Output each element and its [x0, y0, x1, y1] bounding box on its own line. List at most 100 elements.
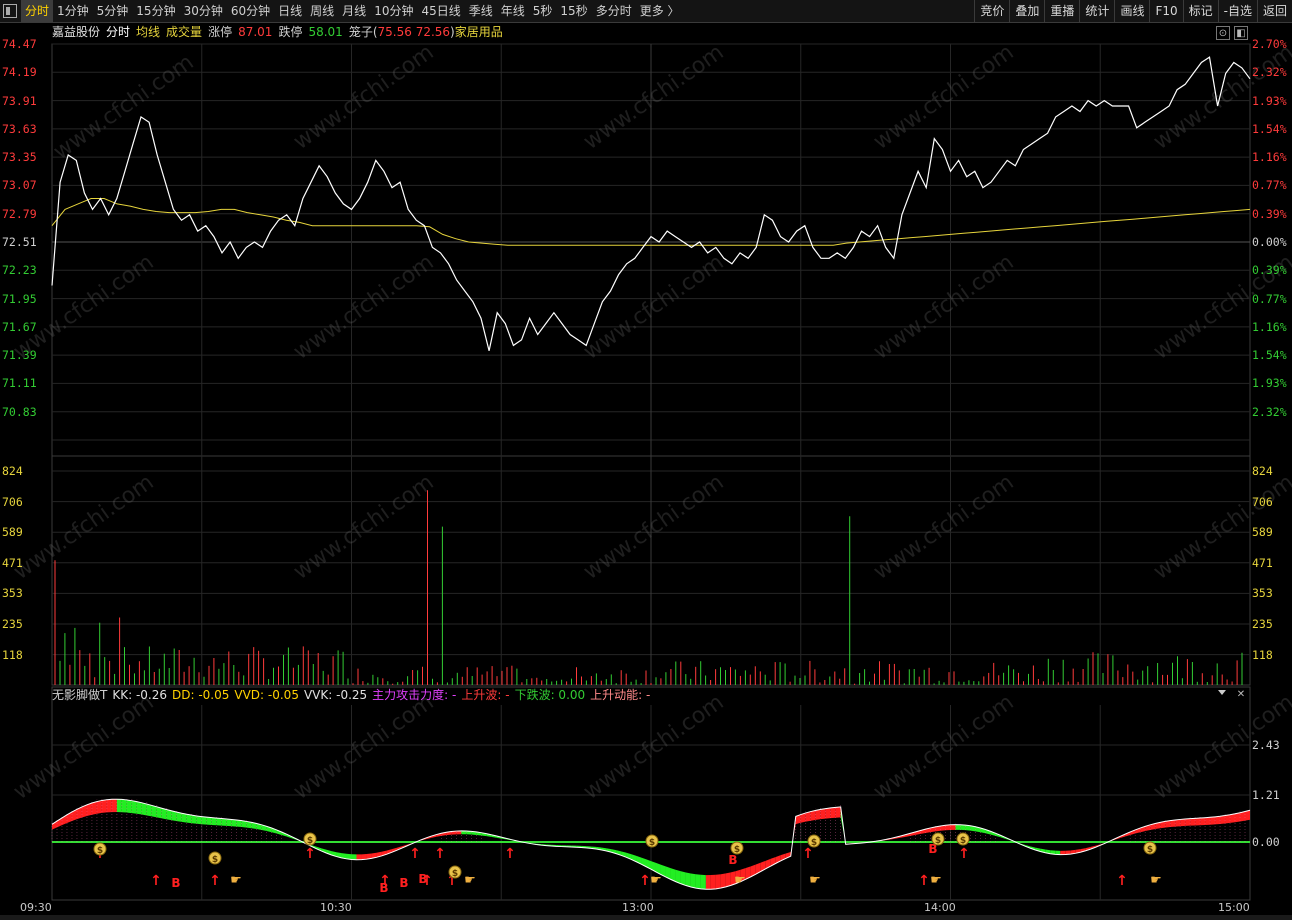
indicator-band — [101, 799, 107, 813]
hand-pointer-icon: ☛ — [1150, 873, 1162, 888]
buy-arrow-icon: ↑ — [504, 846, 516, 862]
indicator-band — [1215, 816, 1221, 825]
indicator-band — [680, 871, 686, 886]
indicator-band — [151, 805, 157, 818]
indicator-info-row: 无影脚做T KK: -0.26 DD: -0.05 VVD: -0.05 VVK… — [52, 687, 650, 703]
volume-label-left: 706 — [2, 494, 23, 509]
percent-label-right: 1.54% — [1252, 348, 1287, 363]
volume-label-left: 235 — [2, 617, 23, 631]
indicator-band — [1205, 817, 1211, 825]
watermark-text: www.cfchi.com — [869, 250, 1018, 365]
indicator-band — [955, 824, 961, 830]
volume-label-right: 589 — [1252, 525, 1273, 540]
price-label-left: 72.79 — [2, 206, 37, 221]
volume-label-left: 118 — [2, 647, 23, 662]
percent-label-right: 0.39% — [1252, 206, 1287, 221]
bottom-scrollbar[interactable] — [0, 915, 1292, 920]
indicator-band — [685, 872, 691, 887]
indicator-band — [705, 875, 711, 890]
money-bag-icon-glyph: $ — [307, 836, 313, 846]
watermark-text: www.cfchi.com — [289, 470, 438, 585]
price-label-left: 74.47 — [2, 37, 37, 51]
indicator-band — [126, 799, 132, 814]
money-bag-icon-glyph: $ — [212, 855, 218, 865]
time-label: 13:00 — [622, 901, 654, 914]
percent-label-right: 0.77% — [1252, 178, 1287, 193]
indicator-band — [1185, 818, 1191, 826]
volume-label-left: 471 — [2, 555, 23, 570]
percent-label-right: 2.32% — [1252, 404, 1287, 419]
dropdown-arrow-icon[interactable] — [1218, 690, 1226, 695]
indicator-band — [216, 818, 222, 826]
buy-b-marker: B — [399, 876, 408, 890]
indicator-band — [1170, 819, 1176, 828]
indicator-band — [111, 799, 117, 813]
indicator-band — [206, 817, 212, 825]
hand-pointer-icon: ☛ — [809, 873, 821, 888]
watermark-text: www.cfchi.com — [289, 40, 438, 155]
indicator-band — [156, 806, 162, 819]
chart-canvas: www.cfchi.com www.cfchi.com www.cfchi.com w… — [9, 40, 1292, 901]
percent-label-right: 1.16% — [1252, 150, 1287, 165]
indicator-band — [1195, 818, 1201, 826]
time-label: 15:00 — [1218, 901, 1250, 914]
indicator-label-right: 1.21 — [1252, 788, 1280, 802]
time-label: 10:30 — [320, 901, 352, 914]
indicator-band — [201, 816, 207, 825]
indicator-band — [116, 799, 122, 813]
buy-arrow-icon: ↑ — [209, 873, 221, 889]
watermark-text: www.cfchi.com — [869, 690, 1018, 805]
buy-arrow-icon: ↑ — [434, 846, 446, 862]
indicator-band — [950, 824, 956, 830]
percent-label-right: 2.70% — [1252, 37, 1287, 51]
watermark-text: www.cfchi.com — [869, 40, 1018, 155]
close-indicator-button[interactable]: ✕ — [1234, 688, 1248, 702]
hand-pointer-icon: ☛ — [734, 873, 746, 888]
buy-arrow-icon: ↑ — [150, 873, 162, 889]
price-label-left: 73.35 — [2, 150, 37, 165]
volume-label-left: 824 — [2, 464, 23, 478]
buy-arrow-icon: ↑ — [802, 846, 814, 862]
down-wave-value: 下跌波: 0.00 — [514, 688, 586, 702]
price-label-left: 73.91 — [2, 93, 37, 108]
indicator-band — [1060, 850, 1066, 855]
volume-label-right: 118 — [1252, 647, 1273, 662]
indicator-band — [191, 815, 197, 824]
price-label-left: 71.95 — [2, 291, 37, 306]
indicator-band — [351, 854, 357, 860]
time-label: 09:30 — [20, 901, 52, 914]
buy-b-marker: B — [728, 853, 737, 867]
percent-label-right: 1.54% — [1252, 121, 1287, 136]
indicator-band — [1175, 819, 1181, 827]
price-label-left: 72.23 — [2, 263, 37, 278]
watermark-text: www.cfchi.com — [49, 50, 198, 165]
watermark-text: www.cfchi.com — [579, 40, 728, 155]
dd-value: DD: -0.05 — [172, 688, 230, 702]
price-label-left: 72.51 — [2, 235, 37, 249]
hand-pointer-icon: ☛ — [464, 873, 476, 888]
money-bag-icon-glyph: $ — [960, 836, 966, 846]
indicator-band — [1190, 818, 1196, 826]
money-bag-icon-glyph: $ — [734, 845, 740, 855]
indicator-band — [1235, 812, 1241, 823]
volume-label-left: 353 — [2, 586, 23, 601]
volume-label-left: 589 — [2, 525, 23, 540]
indicator-band — [720, 873, 726, 889]
indicator-band — [725, 872, 731, 887]
price-label-left: 70.83 — [2, 404, 37, 419]
indicator-band — [825, 807, 831, 819]
indicator-band — [700, 874, 706, 890]
percent-label-right: 0.39% — [1252, 263, 1287, 278]
watermark-text: www.cfchi.com — [289, 690, 438, 805]
volume-label-right: 353 — [1252, 586, 1273, 601]
watermark-text: www.cfchi.com — [9, 690, 158, 805]
time-label: 14:00 — [924, 901, 956, 914]
money-bag-icon-glyph: $ — [649, 838, 655, 848]
buy-b-marker: B — [418, 872, 427, 886]
indicator-name: 无影脚做T — [52, 688, 108, 702]
indicator-band — [715, 874, 721, 889]
indicator-band — [136, 801, 142, 815]
buy-b-marker: B — [171, 876, 180, 890]
buy-arrow-icon: ↑ — [958, 846, 970, 862]
indicator-band — [146, 804, 152, 817]
